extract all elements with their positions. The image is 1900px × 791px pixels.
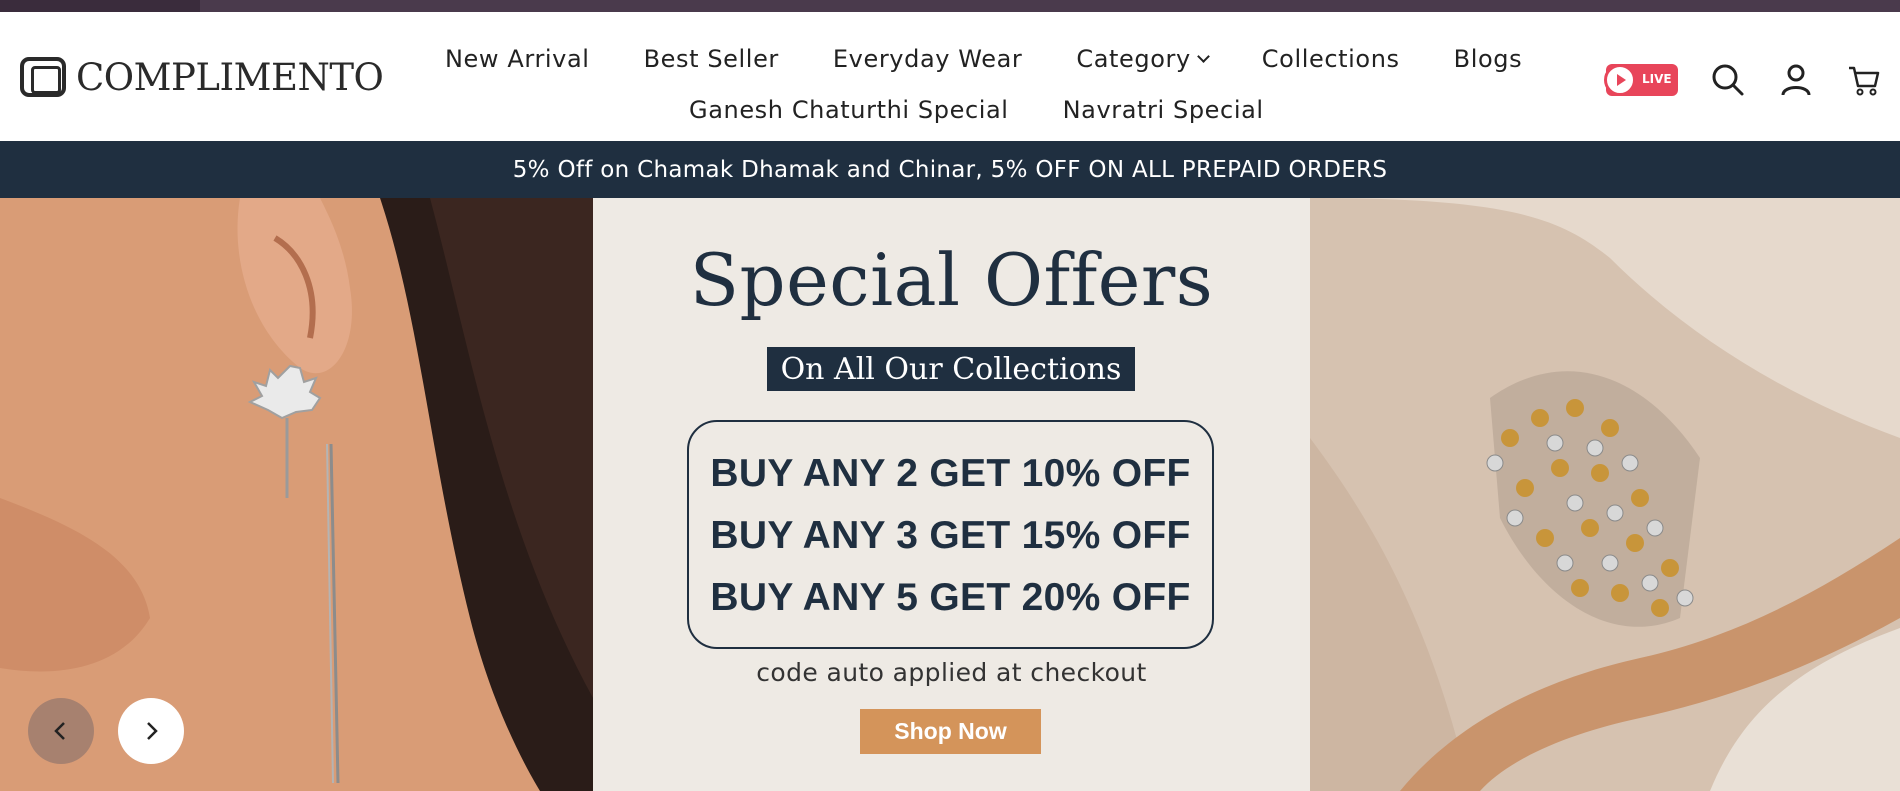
code-note: code auto applied at checkout: [756, 658, 1147, 687]
account-icon[interactable]: [1778, 62, 1814, 98]
site-header: COMPLIMENTO New Arrival Best Seller Ever…: [0, 12, 1900, 141]
menu-item-best-seller[interactable]: Best Seller: [644, 45, 779, 73]
brand-logo[interactable]: COMPLIMENTO: [20, 55, 384, 99]
offer-line: BUY ANY 5 GET 20% OFF: [710, 576, 1191, 619]
menu-item-ganesh-chaturthi-special[interactable]: Ganesh Chaturthi Special: [689, 96, 1009, 124]
menu-item-category[interactable]: Category: [1076, 45, 1210, 73]
hero-title: Special Offers: [689, 238, 1214, 322]
announcement-bar: 5% Off on Chamak Dhamak and Chinar, 5% O…: [0, 141, 1900, 198]
hero-subtitle: On All Our Collections: [767, 347, 1135, 391]
logo-frame-icon: [20, 57, 66, 97]
top-strip-segment: [0, 0, 200, 12]
offer-line: BUY ANY 2 GET 10% OFF: [710, 452, 1191, 495]
main-menu-row-2: Ganesh Chaturthi Special Navratri Specia…: [689, 96, 1318, 124]
menu-item-collections[interactable]: Collections: [1262, 45, 1400, 73]
brand-name: COMPLIMENTO: [76, 55, 384, 99]
offer-panel: Special Offers On All Our Collections BU…: [593, 198, 1310, 791]
bracelet-photo: [1310, 198, 1900, 791]
offer-box: BUY ANY 2 GET 10% OFF BUY ANY 3 GET 15% …: [687, 420, 1214, 649]
hero-banner[interactable]: Special Offers On All Our Collections BU…: [0, 198, 1900, 791]
offer-line: BUY ANY 3 GET 15% OFF: [710, 514, 1191, 557]
header-icons: LIVE: [1604, 62, 1882, 98]
announcement-text: 5% Off on Chamak Dhamak and Chinar, 5% O…: [512, 156, 1388, 183]
cart-icon[interactable]: [1846, 62, 1882, 98]
menu-item-category-label: Category: [1076, 45, 1191, 73]
chevron-left-icon: [54, 722, 65, 740]
main-menu-row-1: New Arrival Best Seller Everyday Wear Ca…: [445, 45, 1576, 73]
shop-now-button[interactable]: Shop Now: [860, 709, 1041, 754]
live-badge[interactable]: LIVE: [1604, 64, 1678, 96]
slide-next-button[interactable]: [118, 698, 184, 764]
earring-photo: [0, 198, 593, 791]
play-icon: [1604, 64, 1636, 96]
menu-item-everyday-wear[interactable]: Everyday Wear: [833, 45, 1022, 73]
menu-item-new-arrival[interactable]: New Arrival: [445, 45, 590, 73]
live-label: LIVE: [1642, 72, 1672, 86]
slide-prev-button[interactable]: [28, 698, 94, 764]
top-strip: [0, 0, 1900, 12]
menu-item-navratri-special[interactable]: Navratri Special: [1063, 96, 1264, 124]
chevron-right-icon: [147, 722, 158, 740]
menu-item-blogs[interactable]: Blogs: [1454, 45, 1523, 73]
chevron-down-icon: [1196, 49, 1210, 63]
search-icon[interactable]: [1710, 62, 1746, 98]
